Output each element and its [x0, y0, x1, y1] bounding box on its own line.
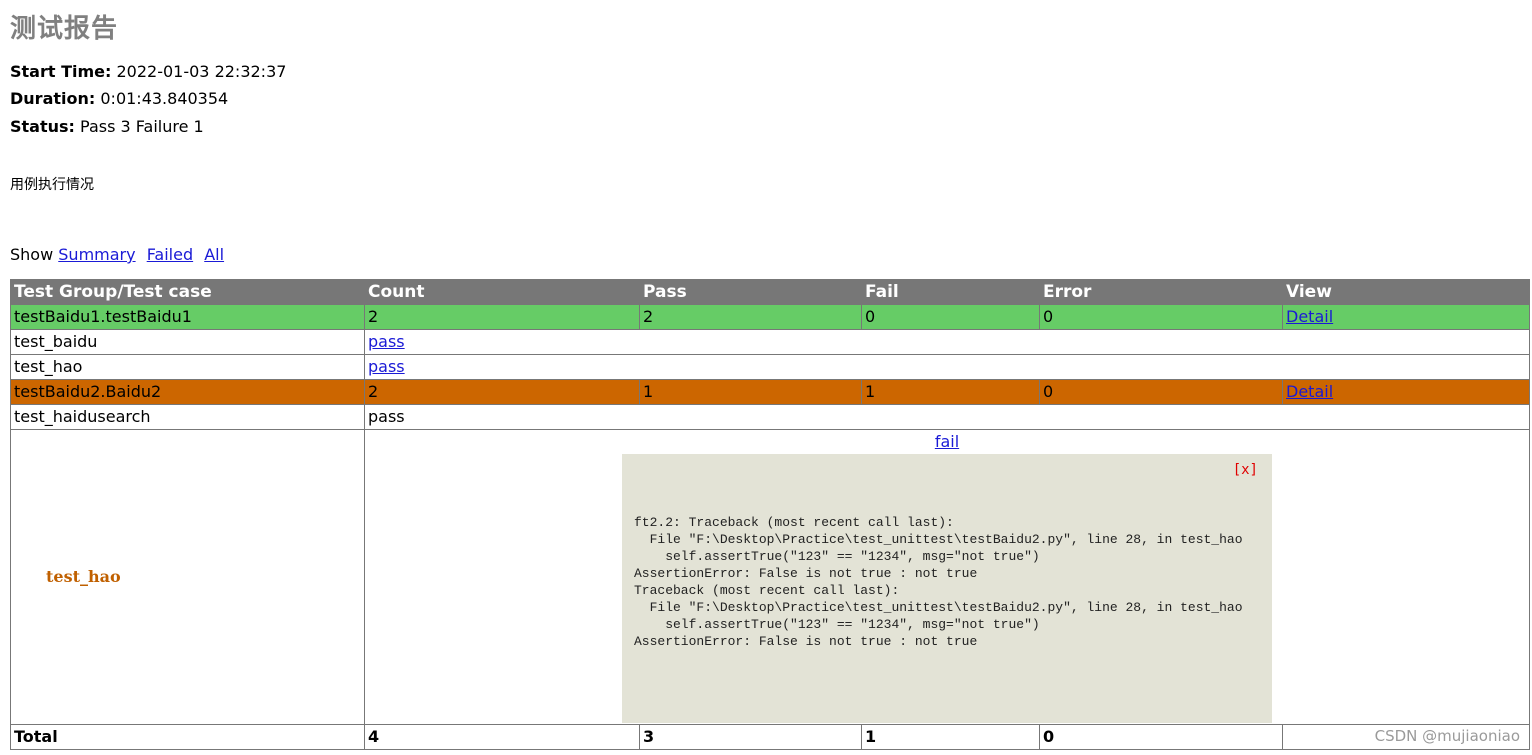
case-row-test-haidusearch: test_haidusearch pass — [10, 404, 1530, 430]
csdn-watermark: CSDN @mujiaoniao — [1374, 727, 1520, 745]
header-view: View — [1282, 279, 1530, 305]
class-count: 2 — [364, 304, 640, 330]
header-test-group: Test Group/Test case — [10, 279, 365, 305]
table-header-row: Test Group/Test case Count Pass Fail Err… — [10, 279, 1530, 305]
traceback-text: ft2.2: Traceback (most recent call last)… — [634, 515, 1243, 649]
total-fail: 1 — [861, 724, 1040, 750]
class-view-cell: Detail — [1282, 304, 1530, 330]
class-error: 0 — [1039, 379, 1283, 405]
duration-attribute: Duration: 0:01:43.840354 — [10, 89, 228, 108]
header-pass: Pass — [639, 279, 862, 305]
failed-case-name: test_hao — [10, 429, 365, 725]
total-row: Total 4 3 1 0 — [10, 724, 1530, 750]
show-filter: Show Summary Failed All — [10, 245, 224, 264]
show-failed-link[interactable]: Failed — [147, 245, 193, 264]
class-name: testBaidu1.testBaidu1 — [10, 304, 365, 330]
total-pass: 3 — [639, 724, 862, 750]
close-popup-button[interactable]: [x] — [1233, 462, 1258, 478]
header-fail: Fail — [861, 279, 1040, 305]
case-result-text: pass — [364, 404, 1530, 430]
total-label: Total — [10, 724, 365, 750]
status-label: Status: — [10, 117, 75, 136]
detail-link[interactable]: Detail — [1286, 382, 1333, 401]
duration-value: 0:01:43.840354 — [100, 89, 229, 108]
case-result-cell: pass — [364, 329, 1530, 355]
case-result-link[interactable]: pass — [368, 332, 405, 351]
total-count: 4 — [364, 724, 640, 750]
case-row-test-baidu: test_baidu pass — [10, 329, 1530, 355]
header-error: Error — [1039, 279, 1283, 305]
class-row-testbaidu2: testBaidu2.Baidu2 2 1 1 0 Detail — [10, 379, 1530, 405]
case-name: test_hao — [10, 354, 365, 380]
report-title: 测试报告 — [10, 14, 119, 44]
class-pass: 1 — [639, 379, 862, 405]
class-fail: 1 — [861, 379, 1040, 405]
start-time-label: Start Time: — [10, 62, 112, 81]
class-view-cell: Detail — [1282, 379, 1530, 405]
total-error: 0 — [1039, 724, 1283, 750]
status-value: Pass 3 Failure 1 — [80, 117, 204, 136]
duration-label: Duration: — [10, 89, 96, 108]
case-result-link[interactable]: pass — [368, 357, 405, 376]
case-name: test_baidu — [10, 329, 365, 355]
class-name: testBaidu2.Baidu2 — [10, 379, 365, 405]
traceback-popup: [x] ft2.2: Traceback (most recent call l… — [622, 454, 1272, 723]
case-name: test_haidusearch — [10, 404, 365, 430]
detail-link[interactable]: Detail — [1286, 307, 1333, 326]
show-all-link[interactable]: All — [204, 245, 224, 264]
fail-link[interactable]: fail — [935, 432, 959, 451]
class-fail: 0 — [861, 304, 1040, 330]
class-row-testbaidu1: testBaidu1.testBaidu1 2 2 0 0 Detail — [10, 304, 1530, 330]
class-error: 0 — [1039, 304, 1283, 330]
case-result-cell: pass — [364, 354, 1530, 380]
case-row-test-hao: test_hao pass — [10, 354, 1530, 380]
show-label: Show — [10, 245, 54, 264]
start-time-attribute: Start Time: 2022-01-03 22:32:37 — [10, 62, 286, 81]
status-attribute: Status: Pass 3 Failure 1 — [10, 117, 204, 136]
show-summary-link[interactable]: Summary — [58, 245, 135, 264]
class-pass: 2 — [639, 304, 862, 330]
start-time-value: 2022-01-03 22:32:37 — [116, 62, 287, 81]
class-count: 2 — [364, 379, 640, 405]
header-count: Count — [364, 279, 640, 305]
report-description: 用例执行情况 — [10, 177, 94, 193]
